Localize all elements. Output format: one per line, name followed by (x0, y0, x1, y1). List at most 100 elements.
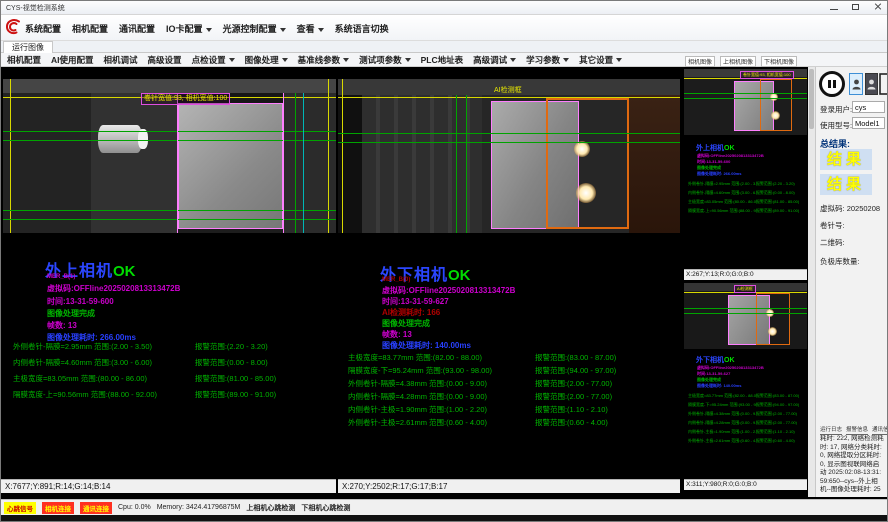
ok-status: OK (113, 263, 136, 280)
window-title: CYS-视觉检测系统 (6, 3, 65, 13)
frame-line: 帧数: 13 (47, 320, 77, 331)
roller-part (98, 125, 142, 153)
middle-panel-coordinates: X:270;Y:2502;R:17;G:17;B:17 (338, 479, 680, 493)
middle-camera-panel: AI检测框 外下相机OK MER_B(0) 虚拟码:OFFline2025020… (338, 67, 680, 479)
thumbnail-scrollbar[interactable] (808, 67, 815, 497)
user-settings-button[interactable] (865, 73, 878, 95)
menu-light-config[interactable]: 光源控制配置 (223, 22, 286, 35)
thumb-title: 外上相机OK (696, 143, 735, 153)
measurement-row: 隔膜宽度-下=95.24mm 范围:(93.00 - 98.00)报警范围:(9… (348, 365, 676, 376)
menu-io-config[interactable]: IO卡配置 (166, 22, 212, 35)
camera-id: MER_B(1) (47, 274, 75, 280)
barcode-line: 虚拟码:OFFline2025020813313472B (47, 283, 180, 294)
result-badge-2: 结果 (820, 174, 872, 195)
measurement-row: 外侧卷针-主极=2.61mm 范围:(0.60 - 4.00)报警范围:(0.6… (348, 417, 676, 428)
weld-spark (574, 141, 590, 157)
maximize-button[interactable] (849, 2, 863, 13)
chevron-down-icon (616, 58, 622, 62)
log-tab-alarm[interactable]: 报警信息 (846, 425, 868, 435)
user-login-button[interactable] (849, 73, 863, 95)
thumb-tab-camera-image[interactable]: 相机图像 (685, 56, 715, 67)
measurement-row: 主极宽度=83.77mm 范围:(82.00 - 88.00)报警范围:(83.… (348, 352, 676, 363)
upper-camera-thumbnail[interactable]: 卷针宽值:93, 相机宽值:100 外上相机OK 虚拟码:OFFline2025… (684, 69, 807, 281)
tool-image-processing[interactable]: 图像处理 (245, 54, 288, 66)
result-badge-1: 结果 (820, 149, 872, 170)
tool-plc-table[interactable]: PLC地址表 (421, 54, 464, 66)
chevron-down-icon (206, 28, 212, 32)
ai-time-line: AI检测耗时: 166 (382, 307, 440, 318)
tool-test-params[interactable]: 测试项参数 (359, 54, 411, 66)
weld-spark (576, 183, 596, 203)
tool-camera-config[interactable]: 相机配置 (7, 54, 41, 66)
heartbeat-badge: 心跳信号 (4, 502, 36, 514)
comm-link-badge: 通讯连接 (80, 502, 112, 514)
thumb-tab-lower-camera[interactable]: 下相机图像 (761, 56, 797, 67)
minimize-button[interactable] (827, 2, 841, 13)
log-text[interactable]: 耗时: 222, 网络检测耗时: 17, 网络分类耗时: 0, 网络提取分区耗时… (820, 435, 884, 493)
ai-detect-box (546, 98, 629, 229)
lower-camera-thumbnail[interactable]: AI检测框 外下相机OK 虚拟码:OFFline2025020813313472… (684, 283, 807, 491)
thumb-tab-upper-camera[interactable]: 上相机图像 (720, 56, 756, 67)
close-button[interactable] (871, 2, 885, 13)
app-logo-icon (4, 18, 22, 41)
menu-comm-config[interactable]: 通讯配置 (119, 22, 155, 35)
menu-view[interactable]: 查看 (297, 22, 324, 35)
tool-other-settings[interactable]: 其它设置 (579, 54, 622, 66)
tool-spot-check[interactable]: 点检设置 (192, 54, 235, 66)
measurement-row: 外侧卷针-隔膜=2.95mm 范围:(2.00 - 3.50)报警范围:(2.2… (13, 341, 332, 352)
elapsed-line: 图像处理耗时: 140.00ms (382, 340, 471, 351)
thumb2-coordinates: X:311;Y:980;R:0;G:0;B:0 (684, 479, 807, 490)
cpu-usage: Cpu: 0.0% (118, 504, 151, 511)
barcode-label: 虚拟码: 20250208 (820, 203, 880, 214)
pause-button[interactable] (819, 71, 845, 97)
exit-door-icon (879, 73, 888, 95)
barcode-line: 虚拟码:OFFline2025020813313472B (382, 285, 515, 296)
chevron-down-icon (318, 28, 324, 32)
qr-code-label: 二维码: (820, 237, 845, 248)
tool-ai-config[interactable]: AI使用配置 (51, 54, 94, 66)
tab-strip: 运行图像 (1, 41, 887, 53)
login-user-label: 登录用户: (820, 104, 852, 115)
tool-advanced-debug[interactable]: 高级调试 (473, 54, 516, 66)
measurement-row: 内侧卷针-主极=1.90mm 范围:(1.00 - 2.20)报警范围:(1.1… (348, 404, 676, 415)
app-window: CYS-视觉检测系统 系统配置 相机配置 通讯配置 IO卡配置 光源控制配置 查… (0, 0, 888, 522)
exit-button[interactable] (879, 73, 888, 95)
user-dark-icon (867, 79, 876, 90)
log-tab-run[interactable]: 运行日志 (820, 425, 842, 435)
right-sidebar: 登录用户: cys 使用型号: Model1 总结果: 结果 结果 虚拟码: 2… (815, 67, 888, 497)
tool-baseline-params[interactable]: 基准线参数 (298, 54, 350, 66)
chevron-down-icon (280, 28, 286, 32)
window-bottom-strip (1, 515, 888, 522)
chevron-down-icon (229, 58, 235, 62)
menu-bar: 系统配置 相机配置 通讯配置 IO卡配置 光源控制配置 查看 系统语言切换 (1, 15, 887, 41)
thumb-title: 外下相机OK (696, 355, 735, 365)
tool-camera-debug[interactable]: 相机调试 (104, 54, 138, 66)
status-bar: 心跳信号 相机连接 通讯连接 Cpu: 0.0% Memory: 3424.41… (1, 499, 887, 515)
process-done-line: 图像处理完成 (382, 318, 430, 329)
middle-camera-image[interactable]: AI检测框 (338, 79, 680, 233)
tab-run-image[interactable]: 运行图像 (3, 41, 53, 53)
log-tab-comm[interactable]: 通讯信息 (872, 425, 888, 435)
ok-status: OK (448, 267, 471, 284)
measurement-row: 主极宽度=83.05mm 范围:(80.00 - 86.00)报警范围:(81.… (13, 373, 332, 384)
menu-camera-config[interactable]: 相机配置 (72, 22, 108, 35)
chevron-down-icon (282, 58, 288, 62)
left-camera-image[interactable]: 卷针宽值:93, 相机宽值:100 (3, 79, 336, 233)
chevron-down-icon (405, 58, 411, 62)
upper-camera-heartbeat: 上相机心跳检测 (246, 503, 295, 513)
thumb-tabs: 相机图像 上相机图像 下相机图像 (685, 56, 797, 67)
measurement-row: 内侧卷针-隔膜=4.60mm 范围:(3.00 - 6.00)报警范围:(0.0… (13, 357, 332, 368)
menu-system-config[interactable]: 系统配置 (25, 22, 61, 35)
chevron-down-icon (343, 58, 349, 62)
process-done-line: 图像处理完成 (47, 308, 95, 319)
tool-learn-params[interactable]: 学习参数 (526, 54, 569, 66)
model-field[interactable]: Model1 (852, 117, 885, 129)
login-user-field[interactable]: cys (852, 101, 885, 113)
tool-advanced-settings[interactable]: 高级设置 (148, 54, 182, 66)
width-overlay-label: 卷针宽值:93, 相机宽值:100 (141, 93, 230, 105)
title-bar: CYS-视觉检测系统 (1, 1, 887, 15)
time-line: 时间:13-31-59-627 (382, 296, 449, 307)
frame-line: 帧数: 13 (382, 329, 412, 340)
menu-language-switch[interactable]: 系统语言切换 (335, 22, 389, 35)
camera-id: MER_B(0) (382, 277, 410, 283)
